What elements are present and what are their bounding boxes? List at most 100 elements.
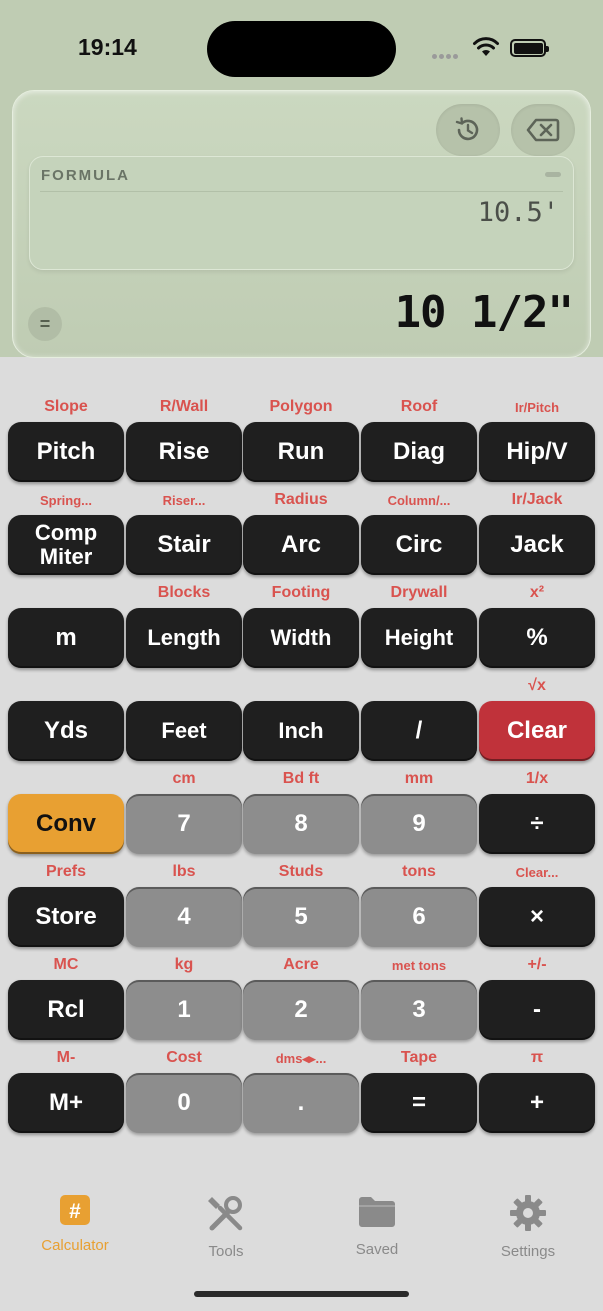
key-secondary-label: Blocks [157,584,211,601]
key-secondary-label: cm [172,770,196,787]
key-arc[interactable]: Arc [243,515,359,575]
key-8[interactable]: 8 [243,794,359,854]
key-1[interactable]: 1 [126,980,242,1040]
key-secondary-label: tons [402,863,436,880]
key-sym18[interactable]: / [361,701,477,761]
key-secondary-label: MC [53,956,79,973]
key-secondary-label: Bd ft [282,770,320,787]
home-indicator [194,1291,409,1297]
key-secondary-label: M- [56,1049,76,1066]
key-secondary-label: Polygon [269,398,333,415]
key-sym24[interactable]: ÷ [479,794,595,854]
key-secondary-label: Slope [44,398,88,415]
formula-handle [545,172,561,177]
equals-badge: = [28,307,62,341]
key-length[interactable]: Length [126,608,242,668]
history-icon [455,117,479,141]
key-m[interactable]: M+ [8,1073,124,1133]
key-secondary-label: Drywall [390,584,448,601]
key-secondary-label: x² [529,584,545,601]
key-m[interactable]: m [8,608,124,668]
key-pitch[interactable]: Pitch [8,422,124,482]
calculator-app: 19:14 FORMULA 10.5' = 10 1/2" Slope Pitc… [0,0,603,1311]
key-secondary-label: dms◂▸... [275,1051,327,1066]
key-clear[interactable]: Clear [479,701,595,761]
key-secondary-label: Tape [400,1049,438,1066]
backspace-button[interactable] [511,104,575,156]
battery-icon [510,39,549,57]
key-secondary-label: lbs [172,863,196,880]
backspace-icon [526,118,560,142]
tab-bar: # Calculator Tools Saved Settings [0,1180,603,1280]
tab-label: Calculator [41,1237,109,1254]
key-secondary-label: Cost [166,1049,202,1066]
formula-label: FORMULA [41,167,130,184]
key-sym37[interactable]: . [243,1073,359,1133]
key-rcl[interactable]: Rcl [8,980,124,1040]
calculator-icon: # [60,1195,90,1225]
key-stair[interactable]: Stair [126,515,242,575]
result-value: 10 1/2" [394,287,574,338]
key-secondary-label: mm [404,770,434,787]
display-area: 19:14 FORMULA 10.5' = 10 1/2" [0,0,603,358]
key-secondary-label: π [530,1049,544,1066]
key-secondary-label: Prefs [45,863,87,880]
tools-icon [208,1196,243,1231]
key-feet[interactable]: Feet [126,701,242,761]
key-circ[interactable]: Circ [361,515,477,575]
key-yds[interactable]: Yds [8,701,124,761]
key-9[interactable]: 9 [361,794,477,854]
key-comp-miter[interactable]: Comp Miter [8,515,124,575]
key-6[interactable]: 6 [361,887,477,947]
folder-icon [359,1197,395,1227]
key-conv[interactable]: Conv [8,794,124,854]
key-secondary-label: Riser... [162,493,206,508]
key-run[interactable]: Run [243,422,359,482]
key-secondary-label: Roof [400,398,438,415]
key-secondary-label: 1/x [525,770,549,787]
tab-label: Saved [355,1241,399,1258]
tab-calculator[interactable]: # Calculator [15,1194,135,1254]
tab-saved[interactable]: Saved [317,1194,437,1258]
tab-settings[interactable]: Settings [468,1194,588,1260]
gear-icon [510,1195,546,1231]
history-button[interactable] [436,104,500,156]
key-jack[interactable]: Jack [479,515,595,575]
key-sym39[interactable]: + [479,1073,595,1133]
formula-value: 10.5' [477,197,559,228]
status-time: 19:14 [78,34,137,60]
key-secondary-label: Acre [283,956,319,973]
key-3[interactable]: 3 [361,980,477,1040]
key-sym14[interactable]: % [479,608,595,668]
wifi-icon [473,37,499,56]
key-sym34[interactable]: - [479,980,595,1040]
signal-icon [432,46,462,59]
key-diag[interactable]: Diag [361,422,477,482]
key-sym29[interactable]: × [479,887,595,947]
formula-box[interactable]: FORMULA 10.5' [29,156,574,270]
tab-tools[interactable]: Tools [166,1194,286,1260]
key-4[interactable]: 4 [126,887,242,947]
key-secondary-label: Clear... [515,865,559,880]
key-0[interactable]: 0 [126,1073,242,1133]
key-secondary-label: Ir/Jack [511,491,563,508]
tab-label: Tools [208,1243,244,1260]
key-secondary-label: Spring... [40,493,92,508]
key-store[interactable]: Store [8,887,124,947]
svg-text:#: # [69,1200,81,1223]
key-secondary-label: +/- [527,956,547,973]
dynamic-island [207,21,396,77]
key-hip-v[interactable]: Hip/V [479,422,595,482]
key-secondary-label: Footing [271,584,331,601]
key-secondary-label: Studs [278,863,324,880]
status-icons [432,36,552,60]
key-7[interactable]: 7 [126,794,242,854]
key-width[interactable]: Width [243,608,359,668]
key-rise[interactable]: Rise [126,422,242,482]
key-secondary-label: √x [528,677,546,694]
key-height[interactable]: Height [361,608,477,668]
key-2[interactable]: 2 [243,980,359,1040]
key-sym38[interactable]: = [361,1073,477,1133]
key-inch[interactable]: Inch [243,701,359,761]
key-5[interactable]: 5 [243,887,359,947]
